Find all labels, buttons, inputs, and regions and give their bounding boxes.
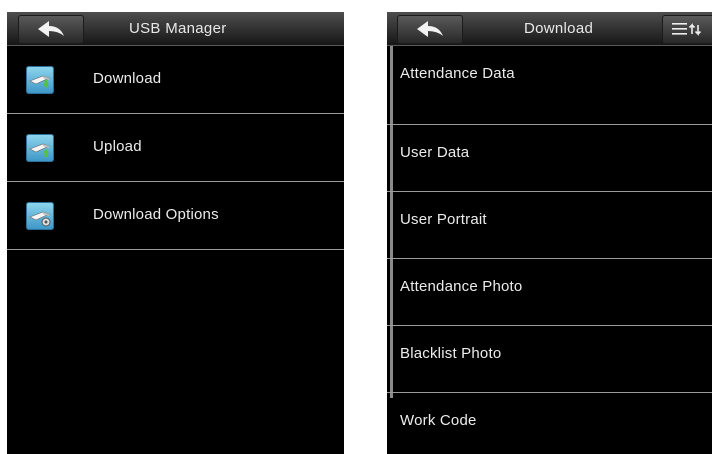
- title-bar: USB Manager: [7, 12, 344, 46]
- list-item-blacklist-photo[interactable]: Blacklist Photo: [387, 326, 712, 393]
- page-title: USB Manager: [129, 20, 227, 37]
- options-menu-button[interactable]: [662, 15, 712, 44]
- title-bar: Download: [387, 12, 712, 46]
- list-item-label: Blacklist Photo: [400, 345, 502, 362]
- list-item-label: Attendance Data: [400, 65, 515, 82]
- list-item-user-data[interactable]: User Data: [387, 125, 712, 192]
- list-item-label: User Data: [400, 144, 470, 161]
- menu-item-label: Download: [93, 70, 162, 87]
- list-item-label: Work Code: [400, 412, 477, 429]
- usb-options-icon: [26, 202, 54, 230]
- menu-item-label: Upload: [93, 138, 142, 155]
- usb-upload-icon: [26, 134, 54, 162]
- back-arrow-icon: [417, 20, 443, 37]
- list-item-attendance-photo[interactable]: Attendance Photo: [387, 259, 712, 326]
- list-item-user-portrait[interactable]: User Portrait: [387, 192, 712, 259]
- list-item-work-code[interactable]: Work Code: [387, 393, 712, 454]
- menu-item-upload[interactable]: Upload: [7, 114, 344, 182]
- menu-item-label: Download Options: [93, 206, 219, 223]
- menu-item-download[interactable]: Download: [7, 46, 344, 114]
- list-item-label: Attendance Photo: [400, 278, 523, 295]
- download-screen: Download Attendance Data User Data User …: [387, 12, 712, 454]
- list-menu-icon: [672, 23, 702, 36]
- list-item-attendance-data[interactable]: Attendance Data: [387, 58, 712, 125]
- back-button[interactable]: [18, 15, 84, 44]
- menu-item-download-options[interactable]: Download Options: [7, 182, 344, 250]
- page-title: Download: [524, 20, 594, 37]
- back-arrow-icon: [38, 20, 64, 37]
- usb-manager-screen: USB Manager Download Upload Download Opt…: [7, 12, 344, 454]
- list-item-label: User Portrait: [400, 211, 487, 228]
- back-button[interactable]: [397, 15, 463, 44]
- usb-download-icon: [26, 66, 54, 94]
